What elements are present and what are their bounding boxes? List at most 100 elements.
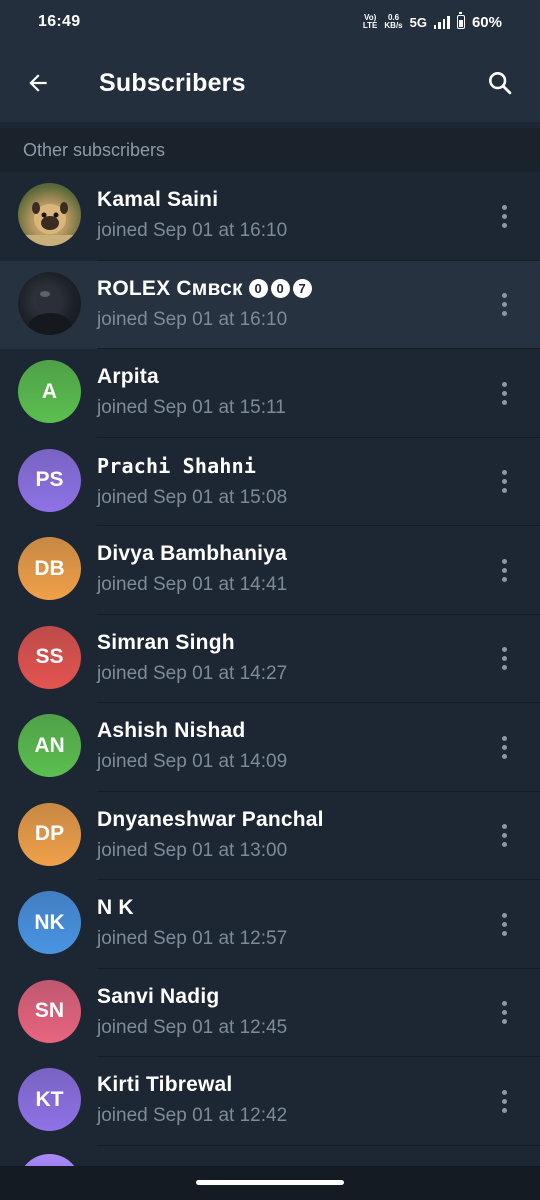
more-options-button[interactable] bbox=[492, 556, 516, 584]
subscriber-row[interactable]: DB Divya Bambhaniya joined Sep 01 at 14:41 bbox=[0, 526, 540, 615]
subscriber-name-text: Prachi Shahni bbox=[97, 453, 257, 478]
more-options-button[interactable] bbox=[492, 379, 516, 407]
more-options-button[interactable] bbox=[492, 1087, 516, 1115]
status-bar: 16:49 Vo) LTE 0.6 KB/s 5G 60% bbox=[0, 0, 540, 44]
subscriber-row[interactable]: KT Kirti Tibrewal joined Sep 01 at 12:42 bbox=[0, 1057, 540, 1146]
more-options-button[interactable] bbox=[492, 468, 516, 496]
avatar bbox=[18, 271, 81, 335]
subscriber-name-text: Kamal Saini bbox=[97, 188, 219, 211]
subscriber-list: Kamal Saini joined Sep 01 at 16:10 ROLEX С… bbox=[0, 172, 540, 1146]
dot bbox=[501, 390, 507, 396]
subscriber-info: Sanvi Nadig joined Sep 01 at 12:45 bbox=[97, 985, 287, 1039]
volte-indicator: Vo) LTE bbox=[362, 13, 378, 30]
subscriber-info: ROLEX Смвск 0 0 7 joined Sep 01 at 16:10 bbox=[97, 277, 312, 331]
more-options-button[interactable] bbox=[492, 910, 516, 938]
subscriber-info: Simran Singh joined Sep 01 at 14:27 bbox=[97, 631, 287, 685]
subscriber-row[interactable]: PS Prachi Shahni joined Sep 01 at 15:08 bbox=[0, 437, 540, 526]
more-options-button[interactable] bbox=[492, 645, 516, 673]
subscriber-name: Sanvi Nadig bbox=[97, 985, 287, 1009]
subscriber-info: Ashish Nishad joined Sep 01 at 14:09 bbox=[97, 719, 287, 773]
avatar: SS bbox=[18, 625, 81, 689]
signal-icon bbox=[433, 15, 450, 29]
row-divider bbox=[97, 1144, 540, 1146]
dot bbox=[501, 912, 507, 918]
back-button[interactable] bbox=[0, 44, 76, 122]
subscriber-row[interactable]: AN Ashish Nishad joined Sep 01 at 14:09 bbox=[0, 703, 540, 792]
dot bbox=[501, 576, 507, 582]
subscriber-joined-status: joined Sep 01 at 12:42 bbox=[97, 1105, 288, 1126]
avatar: AN bbox=[18, 714, 81, 777]
dot bbox=[501, 1098, 507, 1104]
subscriber-name-text: Sanvi Nadig bbox=[97, 984, 220, 1008]
subscriber-name-text: N K bbox=[97, 896, 134, 919]
avatar: DB bbox=[18, 537, 81, 600]
name-badge: 7 bbox=[292, 279, 312, 299]
subscriber-row[interactable]: DP Dnyaneshwar Panchal joined Sep 01 at 13… bbox=[0, 791, 540, 880]
search-icon bbox=[489, 72, 512, 95]
dot bbox=[501, 399, 507, 405]
battery-icon bbox=[456, 12, 465, 29]
subscriber-row[interactable]: ROLEX Смвск 0 0 7 joined Sep 01 at 16:10 bbox=[0, 260, 540, 349]
more-options-button[interactable] bbox=[492, 202, 516, 230]
dot bbox=[501, 302, 507, 307]
subscriber-name: Arpita bbox=[97, 365, 286, 389]
subscriber-info: N K joined Sep 01 at 12:57 bbox=[97, 896, 287, 950]
name-badge: 0 bbox=[270, 279, 290, 299]
subscriber-name: Dnyaneshwar Panchal bbox=[97, 808, 324, 832]
subscriber-name-text: Simran Singh bbox=[97, 630, 235, 654]
dot bbox=[501, 381, 507, 387]
dot bbox=[501, 1107, 507, 1113]
subscriber-joined-status: joined Sep 01 at 12:45 bbox=[97, 1016, 288, 1038]
status-time: 16:49 bbox=[38, 13, 81, 30]
subscriber-info: Divya Bambhaniya joined Sep 01 at 14:41 bbox=[97, 542, 287, 596]
subscriber-name-text: Kirti Tibrewal bbox=[97, 1073, 233, 1096]
dot bbox=[501, 921, 507, 927]
status-icons: Vo) LTE 0.6 KB/s 5G 60% bbox=[362, 12, 502, 31]
subscriber-joined-status: joined Sep 01 at 14:27 bbox=[97, 662, 288, 684]
dot bbox=[501, 293, 507, 298]
subscriber-joined-status: joined Sep 01 at 12:57 bbox=[97, 928, 288, 949]
subscriber-name-text: Ashish Nishad bbox=[97, 719, 246, 742]
name-badges: 007 bbox=[248, 279, 312, 299]
dot bbox=[501, 744, 507, 750]
avatar: PS bbox=[18, 448, 81, 512]
dot bbox=[501, 753, 507, 759]
avatar: A bbox=[18, 360, 81, 423]
arrow-left-icon bbox=[29, 74, 47, 92]
subscriber-name: Kamal Saini bbox=[97, 188, 287, 212]
name-badge: 0 bbox=[248, 279, 268, 299]
dot bbox=[501, 735, 507, 741]
subscriber-row[interactable]: NK N K joined Sep 01 at 12:57 bbox=[0, 880, 540, 969]
subscriber-joined-status: joined Sep 01 at 14:41 bbox=[97, 574, 288, 595]
subscriber-row[interactable]: A Arpita joined Sep 01 at 15:11 bbox=[0, 349, 540, 438]
home-indicator[interactable] bbox=[196, 1180, 344, 1185]
more-options-button[interactable] bbox=[492, 822, 516, 850]
more-options-button[interactable] bbox=[492, 999, 516, 1027]
subscriber-name: Divya Bambhaniya bbox=[97, 542, 287, 566]
dot bbox=[501, 222, 507, 228]
subscriber-name: Ashish Nishad bbox=[97, 719, 287, 743]
dot bbox=[501, 213, 507, 219]
dot bbox=[501, 204, 507, 210]
subscriber-joined-status: joined Sep 01 at 16:10 bbox=[97, 220, 288, 241]
subscriber-joined-status: joined Sep 01 at 15:08 bbox=[97, 486, 288, 508]
subscriber-row[interactable]: Kamal Saini joined Sep 01 at 16:10 bbox=[0, 172, 540, 261]
more-options-button[interactable] bbox=[492, 733, 516, 761]
pug-photo-icon bbox=[18, 202, 81, 246]
subscriber-row[interactable]: SN Sanvi Nadig joined Sep 01 at 12:45 bbox=[0, 968, 540, 1057]
dot bbox=[501, 470, 507, 475]
avatar: SN bbox=[18, 979, 81, 1043]
dot bbox=[501, 488, 507, 493]
network-type: 5G bbox=[409, 14, 427, 30]
subscriber-joined-status: joined Sep 01 at 15:11 bbox=[97, 397, 286, 418]
subscriber-joined-status: joined Sep 01 at 13:00 bbox=[97, 839, 288, 861]
dot bbox=[501, 311, 507, 316]
subscriber-name: N K bbox=[97, 896, 287, 920]
subscriber-joined-status: joined Sep 01 at 14:09 bbox=[97, 751, 288, 772]
subscriber-name: Prachi Shahni bbox=[97, 454, 287, 479]
search-button[interactable] bbox=[460, 44, 540, 122]
subscriber-info: Arpita joined Sep 01 at 15:11 bbox=[97, 365, 286, 419]
subscriber-row[interactable]: SS Simran Singh joined Sep 01 at 14:27 bbox=[0, 614, 540, 703]
more-options-button[interactable] bbox=[492, 291, 516, 319]
dot bbox=[501, 842, 507, 847]
